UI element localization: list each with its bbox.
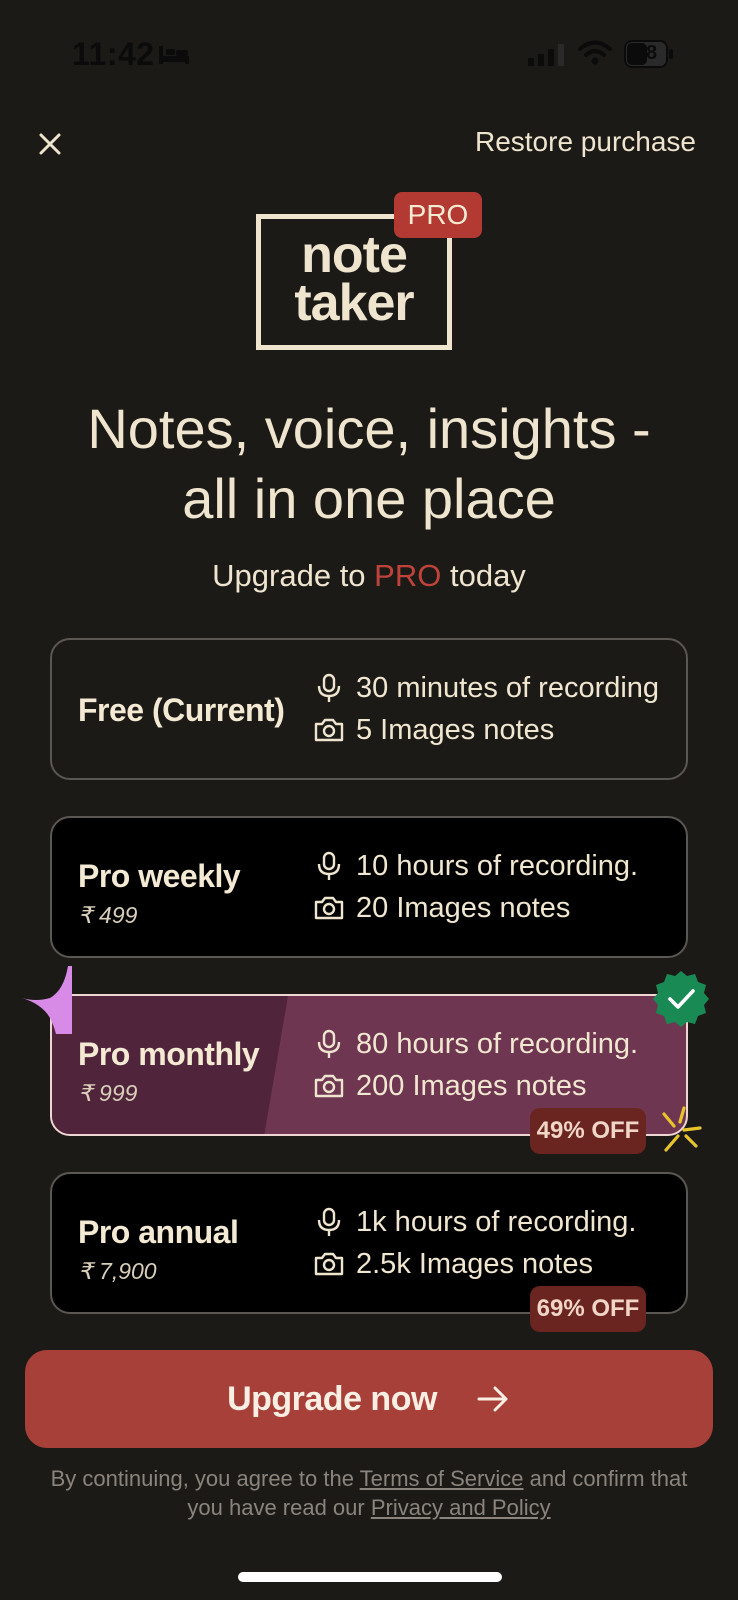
plan-price: ₹ 499	[78, 902, 138, 928]
plan-feature-text: 10 hours of recording.	[356, 849, 639, 882]
wifi-icon	[578, 40, 612, 65]
plan-feature-images: 5 Images notes	[314, 712, 554, 748]
plan-feature-text: 20 Images notes	[356, 891, 571, 924]
microphone-icon	[314, 1207, 344, 1237]
privacy-policy-link[interactable]: Privacy and Policy	[371, 1495, 551, 1520]
legal-disclaimer: By continuing, you agree to the Terms of…	[40, 1464, 698, 1522]
logo-wordmark: note taker	[261, 226, 447, 332]
plan-feature-text: 200 Images notes	[356, 1069, 587, 1102]
legal-prefix: By continuing, you agree to the	[50, 1466, 360, 1491]
plan-price: ₹ 7,900	[78, 1258, 157, 1284]
subheadline-pro: PRO	[374, 558, 442, 593]
camera-icon	[314, 893, 344, 923]
camera-icon	[314, 1071, 344, 1101]
headline-line-1: Notes, voice, insights -	[87, 397, 651, 460]
page-title: Notes, voice, insights - all in one plac…	[0, 394, 738, 534]
plan-feature-recording: 10 hours of recording.	[314, 848, 638, 884]
camera-icon	[314, 715, 344, 745]
upgrade-now-button[interactable]: Upgrade now	[25, 1350, 713, 1448]
plan-feature-text: 2.5k Images notes	[356, 1247, 593, 1280]
sparkle-icon	[22, 966, 72, 1034]
close-button[interactable]	[30, 124, 70, 164]
restore-purchase-link[interactable]: Restore purchase	[475, 126, 696, 158]
plan-name: Free (Current)	[78, 692, 285, 728]
discount-badge-annual: 69% OFF	[530, 1286, 646, 1332]
subheadline-suffix: today	[441, 558, 526, 593]
signal-icon	[528, 44, 564, 66]
upgrade-now-label: Upgrade now	[227, 1379, 437, 1418]
plan-feature-recording: 1k hours of recording.	[314, 1204, 636, 1240]
plan-feature-images: 2.5k Images notes	[314, 1246, 593, 1282]
logo-line-2: taker	[294, 274, 414, 332]
plan-card-weekly[interactable]: Pro weekly ₹ 499 10 hours of recording. …	[50, 816, 688, 958]
discount-badge-monthly: 49% OFF	[530, 1108, 646, 1154]
camera-icon	[314, 1249, 344, 1279]
plan-name: Pro monthly	[78, 1036, 260, 1072]
plan-price: ₹ 999	[78, 1080, 138, 1106]
plan-feature-text: 1k hours of recording.	[356, 1205, 637, 1238]
plan-feature-recording: 30 minutes of recording	[314, 670, 659, 706]
selected-check-icon	[653, 971, 709, 1027]
home-indicator	[238, 1572, 502, 1582]
arrow-right-icon	[477, 1386, 508, 1412]
plan-feature-images: 20 Images notes	[314, 890, 570, 926]
microphone-icon	[314, 1029, 344, 1059]
headline-line-2: all in one place	[182, 467, 556, 530]
plan-feature-images: 200 Images notes	[314, 1068, 587, 1104]
close-icon	[39, 133, 61, 155]
plan-feature-text: 30 minutes of recording	[356, 671, 660, 704]
plan-feature-text: 5 Images notes	[356, 713, 555, 746]
terms-of-service-link[interactable]: Terms of Service	[360, 1466, 524, 1491]
bed-icon	[159, 46, 189, 64]
battery-level: 48	[634, 42, 658, 64]
subheadline: Upgrade to PRO today	[0, 558, 738, 594]
sparkle-icon	[662, 1106, 702, 1152]
plan-name: Pro weekly	[78, 858, 241, 894]
logo-line-1: note	[301, 226, 408, 284]
paywall-screen: 11:42 48 Restore purchase note taker PRO…	[0, 0, 738, 1600]
plan-name: Pro annual	[78, 1214, 239, 1250]
microphone-icon	[314, 673, 344, 703]
plan-feature-recording: 80 hours of recording.	[314, 1026, 638, 1062]
pro-badge: PRO	[394, 192, 482, 238]
status-time: 11:42	[72, 36, 155, 72]
microphone-icon	[314, 851, 344, 881]
plan-feature-text: 80 hours of recording.	[356, 1027, 639, 1060]
plan-card-free[interactable]: Free (Current) 30 minutes of recording 5…	[50, 638, 688, 780]
subheadline-prefix: Upgrade to	[212, 558, 375, 593]
